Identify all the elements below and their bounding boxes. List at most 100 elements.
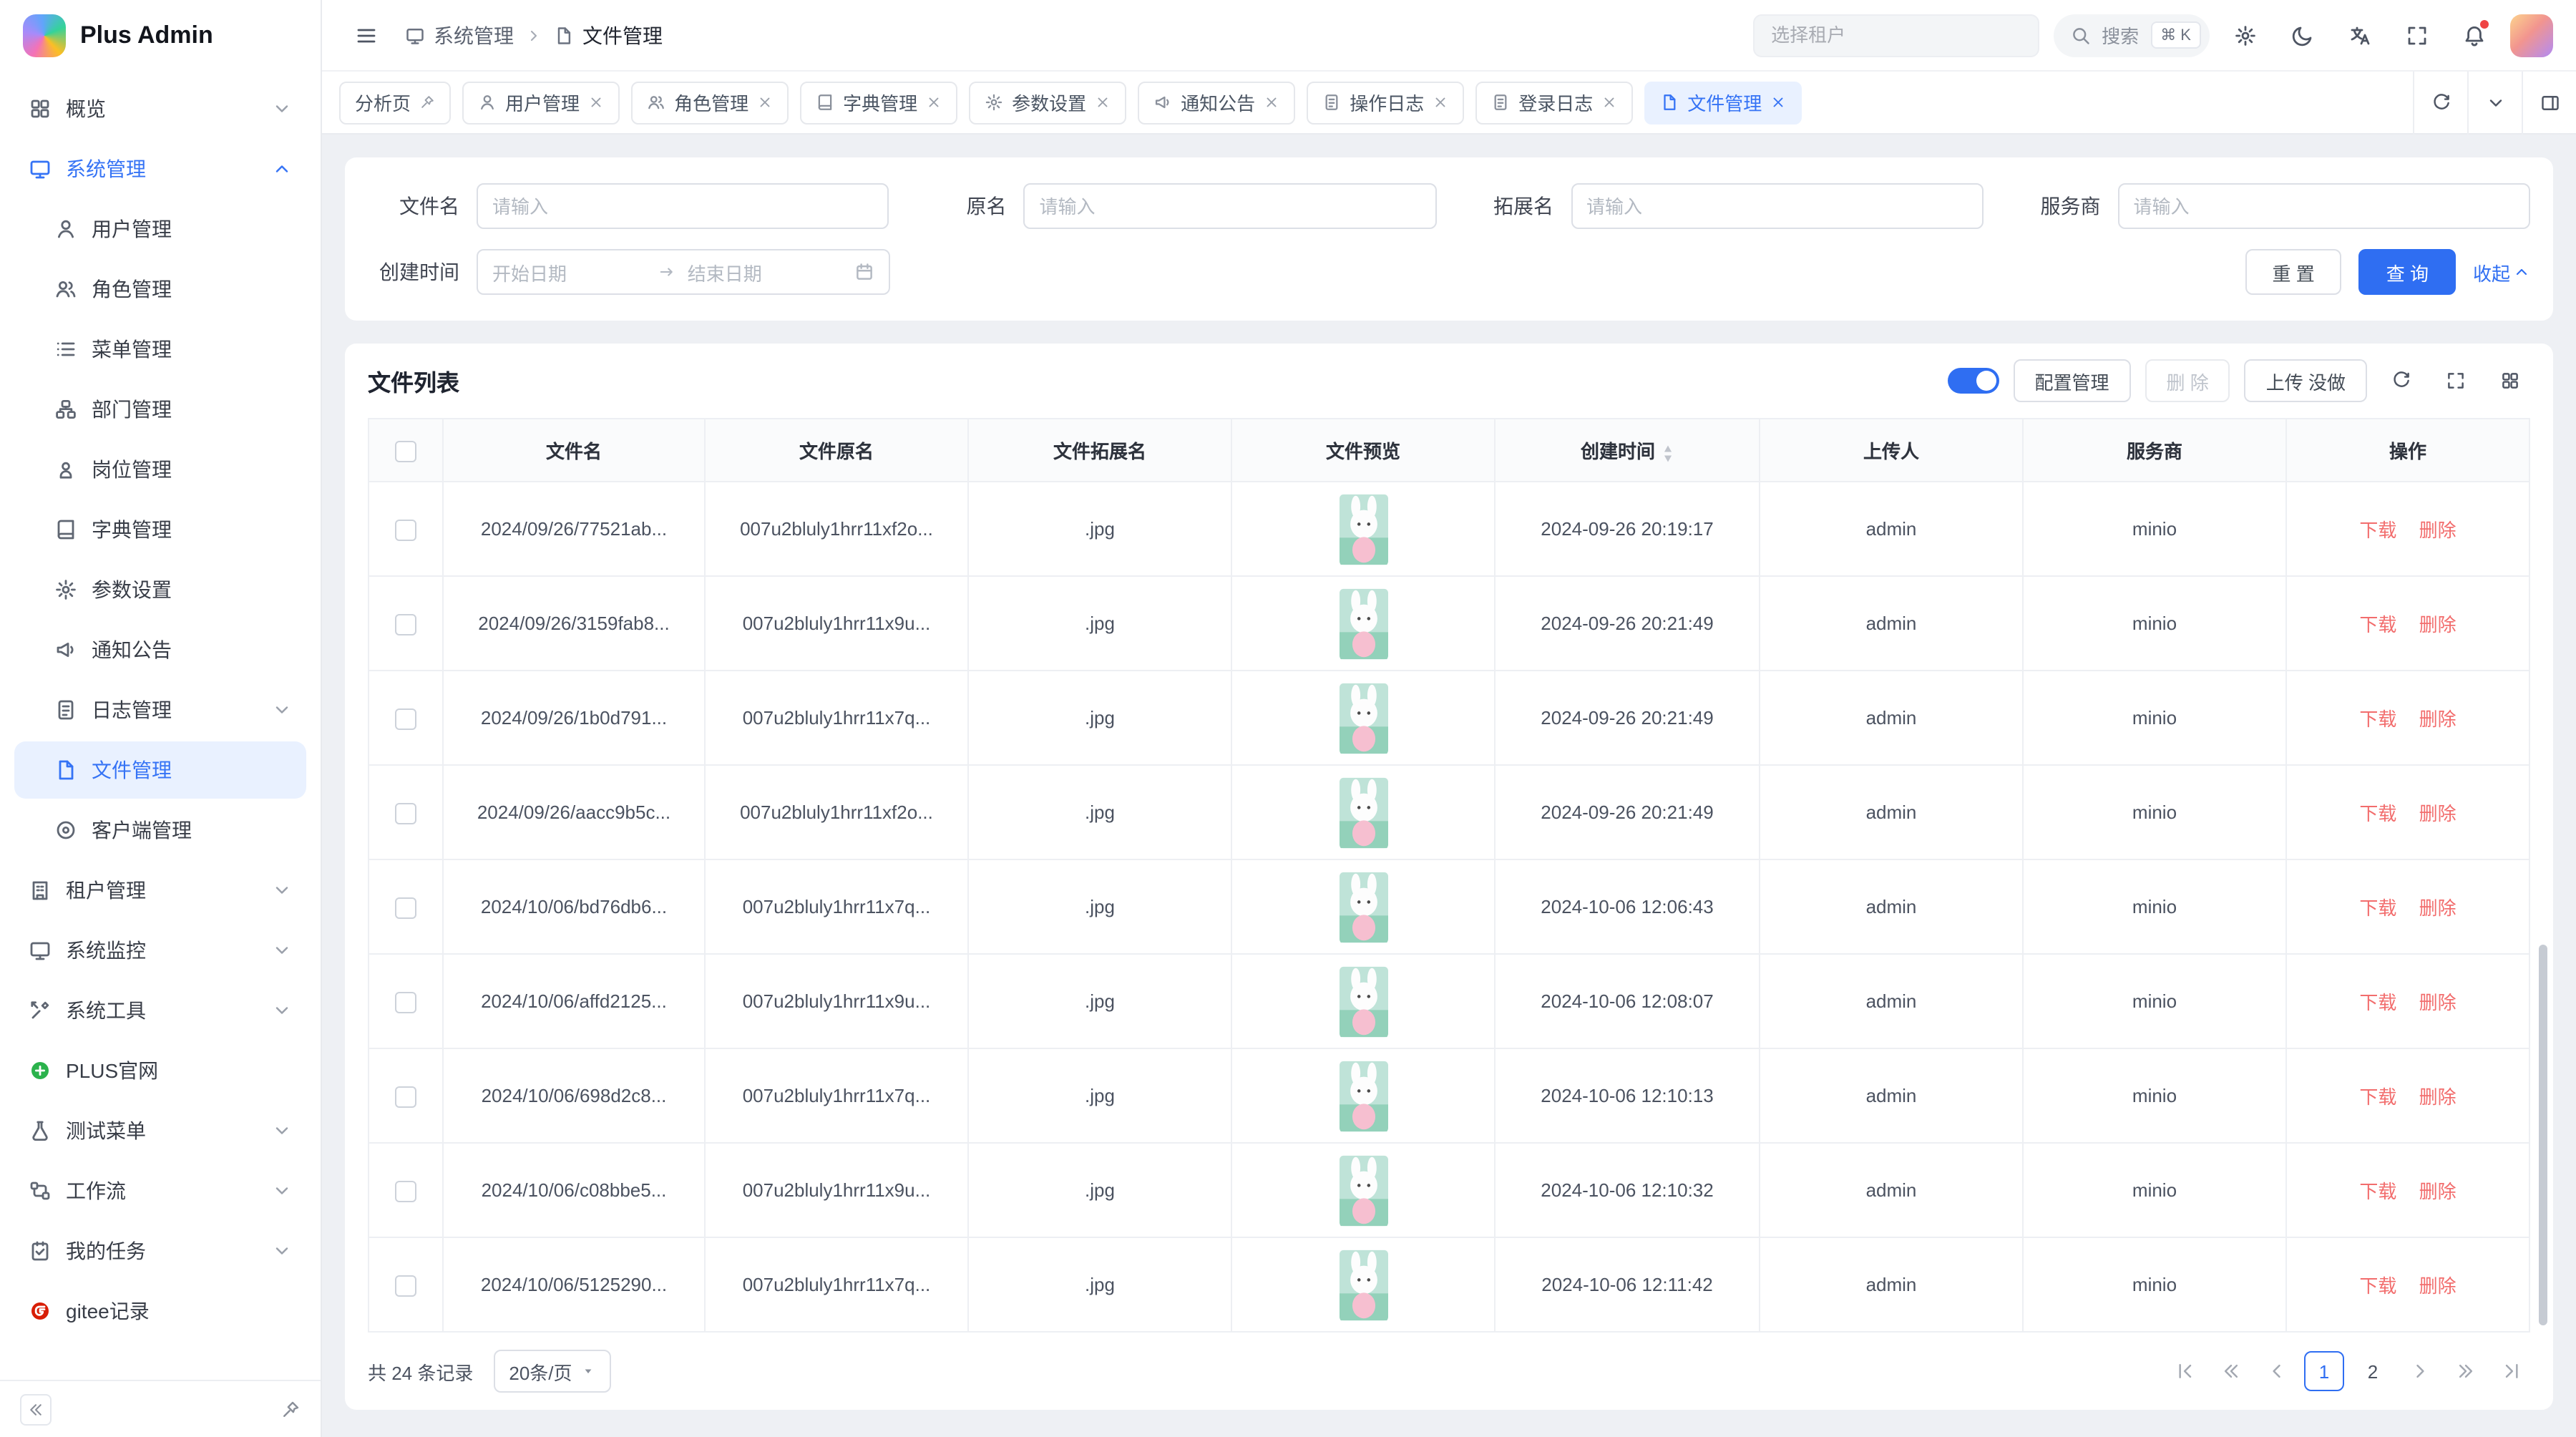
- row-checkbox[interactable]: [395, 991, 416, 1013]
- download-link[interactable]: 下载: [2359, 708, 2396, 730]
- file-preview-thumbnail[interactable]: [1339, 1247, 1387, 1322]
- select-all-checkbox[interactable]: [395, 440, 416, 462]
- row-checkbox[interactable]: [395, 613, 416, 635]
- tab-param-settings[interactable]: 参数设置: [969, 81, 1126, 124]
- app-logo[interactable]: Plus Admin: [0, 0, 321, 72]
- reset-button[interactable]: 重 置: [2245, 249, 2341, 295]
- config-management-button[interactable]: 配置管理: [2013, 359, 2130, 402]
- tab-role-management[interactable]: 角色管理: [631, 81, 789, 124]
- download-link[interactable]: 下载: [2359, 992, 2396, 1013]
- date-range-picker[interactable]: 开始日期 结束日期: [477, 249, 890, 295]
- sidebar-item-plus-website[interactable]: PLUS官网: [14, 1042, 306, 1099]
- tab-operation-log[interactable]: 操作日志: [1307, 81, 1464, 124]
- sidebar-item-menu-management[interactable]: 菜单管理: [14, 321, 306, 378]
- delete-link[interactable]: 删除: [2419, 803, 2457, 824]
- close-icon[interactable]: [926, 94, 942, 110]
- sidebar-item-department-management[interactable]: 部门管理: [14, 381, 306, 438]
- row-checkbox[interactable]: [395, 1180, 416, 1202]
- tab-user-management[interactable]: 用户管理: [462, 81, 620, 124]
- delete-link[interactable]: 删除: [2419, 708, 2457, 730]
- delete-link[interactable]: 删除: [2419, 614, 2457, 635]
- row-checkbox[interactable]: [395, 519, 416, 540]
- close-icon[interactable]: [1095, 94, 1111, 110]
- sidebar-item-my-tasks[interactable]: 我的任务: [14, 1222, 306, 1280]
- tab-analysis[interactable]: 分析页: [339, 81, 451, 124]
- file-preview-thumbnail[interactable]: [1339, 869, 1387, 944]
- table-fullscreen-button[interactable]: [2436, 361, 2476, 401]
- tab-notice[interactable]: 通知公告: [1138, 81, 1295, 124]
- settings-button[interactable]: [2224, 14, 2267, 57]
- row-checkbox[interactable]: [395, 897, 416, 918]
- row-checkbox[interactable]: [395, 1086, 416, 1107]
- column-settings-button[interactable]: [2490, 361, 2530, 401]
- sidebar-item-notice[interactable]: 通知公告: [14, 621, 306, 678]
- sidebar-item-dict-management[interactable]: 字典管理: [14, 501, 306, 558]
- global-search-button[interactable]: 搜索 ⌘ K: [2053, 14, 2210, 57]
- close-icon[interactable]: [757, 94, 773, 110]
- provider-input[interactable]: [2118, 183, 2531, 229]
- tab-file-management[interactable]: 文件管理: [1644, 81, 1802, 124]
- sidebar-item-system-tools[interactable]: 系统工具: [14, 982, 306, 1039]
- tab-login-log[interactable]: 登录日志: [1475, 81, 1633, 124]
- sort-icons[interactable]: [1661, 443, 1674, 463]
- sidebar-item-gitee[interactable]: gitee记录: [14, 1282, 306, 1340]
- download-link[interactable]: 下载: [2359, 1275, 2396, 1297]
- dark-mode-button[interactable]: [2281, 14, 2324, 57]
- sidebar-item-system-management[interactable]: 系统管理: [14, 140, 306, 198]
- delete-link[interactable]: 删除: [2419, 1086, 2457, 1108]
- jump-back-button[interactable]: [2212, 1351, 2250, 1391]
- sidebar-item-test-menu[interactable]: 测试菜单: [14, 1102, 306, 1159]
- download-link[interactable]: 下载: [2359, 520, 2396, 541]
- sidebar-item-file-management[interactable]: 文件管理: [14, 741, 306, 799]
- download-link[interactable]: 下载: [2359, 897, 2396, 919]
- sidebar-item-client-management[interactable]: 客户端管理: [14, 802, 306, 859]
- last-page-button[interactable]: [2493, 1351, 2530, 1391]
- download-link[interactable]: 下载: [2359, 1181, 2396, 1202]
- first-page-button[interactable]: [2167, 1351, 2204, 1391]
- sidebar-item-post-management[interactable]: 岗位管理: [14, 441, 306, 498]
- tab-menu-button[interactable]: [2467, 71, 2522, 134]
- refresh-tab-button[interactable]: [2413, 71, 2467, 134]
- search-toggle-switch[interactable]: [1947, 368, 1999, 394]
- sidebar-toggle-button[interactable]: [345, 14, 388, 57]
- original-name-input[interactable]: [1024, 183, 1437, 229]
- download-link[interactable]: 下载: [2359, 1086, 2396, 1108]
- row-checkbox[interactable]: [395, 708, 416, 729]
- query-button[interactable]: 查 询: [2359, 249, 2456, 295]
- delete-link[interactable]: 删除: [2419, 992, 2457, 1013]
- row-checkbox[interactable]: [395, 802, 416, 824]
- delete-link[interactable]: 删除: [2419, 1275, 2457, 1297]
- page-size-select[interactable]: 20条/页: [493, 1350, 610, 1393]
- close-icon[interactable]: [1770, 94, 1786, 110]
- previous-page-button[interactable]: [2258, 1351, 2296, 1391]
- collapse-filters-link[interactable]: 收起: [2473, 258, 2530, 286]
- sidebar-item-system-monitor[interactable]: 系统监控: [14, 922, 306, 979]
- close-icon[interactable]: [1601, 94, 1617, 110]
- sidebar-item-role-management[interactable]: 角色管理: [14, 260, 306, 318]
- file-preview-thumbnail[interactable]: [1339, 586, 1387, 661]
- file-preview-thumbnail[interactable]: [1339, 1153, 1387, 1227]
- next-page-button[interactable]: [2401, 1351, 2439, 1391]
- pin-icon[interactable]: [419, 94, 435, 110]
- page-2-button[interactable]: 2: [2353, 1351, 2393, 1391]
- delete-link[interactable]: 删除: [2419, 897, 2457, 919]
- fullscreen-button[interactable]: [2396, 14, 2439, 57]
- file-preview-thumbnail[interactable]: [1339, 1058, 1387, 1133]
- close-icon[interactable]: [588, 94, 604, 110]
- file-preview-thumbnail[interactable]: [1339, 681, 1387, 755]
- sidebar-item-log-management[interactable]: 日志管理: [14, 681, 306, 739]
- tenant-select-input[interactable]: [1752, 14, 2039, 57]
- row-checkbox[interactable]: [395, 1275, 416, 1296]
- sidebar-item-overview[interactable]: 概览: [14, 80, 306, 137]
- extension-input[interactable]: [1571, 183, 1984, 229]
- breadcrumb-item-system-management[interactable]: 系统管理: [405, 21, 514, 49]
- sidebar-item-tenant-management[interactable]: 租户管理: [14, 862, 306, 919]
- user-avatar[interactable]: [2510, 14, 2553, 57]
- page-1-button[interactable]: 1: [2304, 1351, 2344, 1391]
- language-button[interactable]: [2338, 14, 2381, 57]
- batch-delete-button[interactable]: 删 除: [2145, 359, 2230, 402]
- file-preview-thumbnail[interactable]: [1339, 775, 1387, 849]
- breadcrumb-item-file-management[interactable]: 文件管理: [554, 21, 663, 49]
- table-scrollbar-thumb[interactable]: [2539, 945, 2547, 1325]
- file-preview-thumbnail[interactable]: [1339, 964, 1387, 1038]
